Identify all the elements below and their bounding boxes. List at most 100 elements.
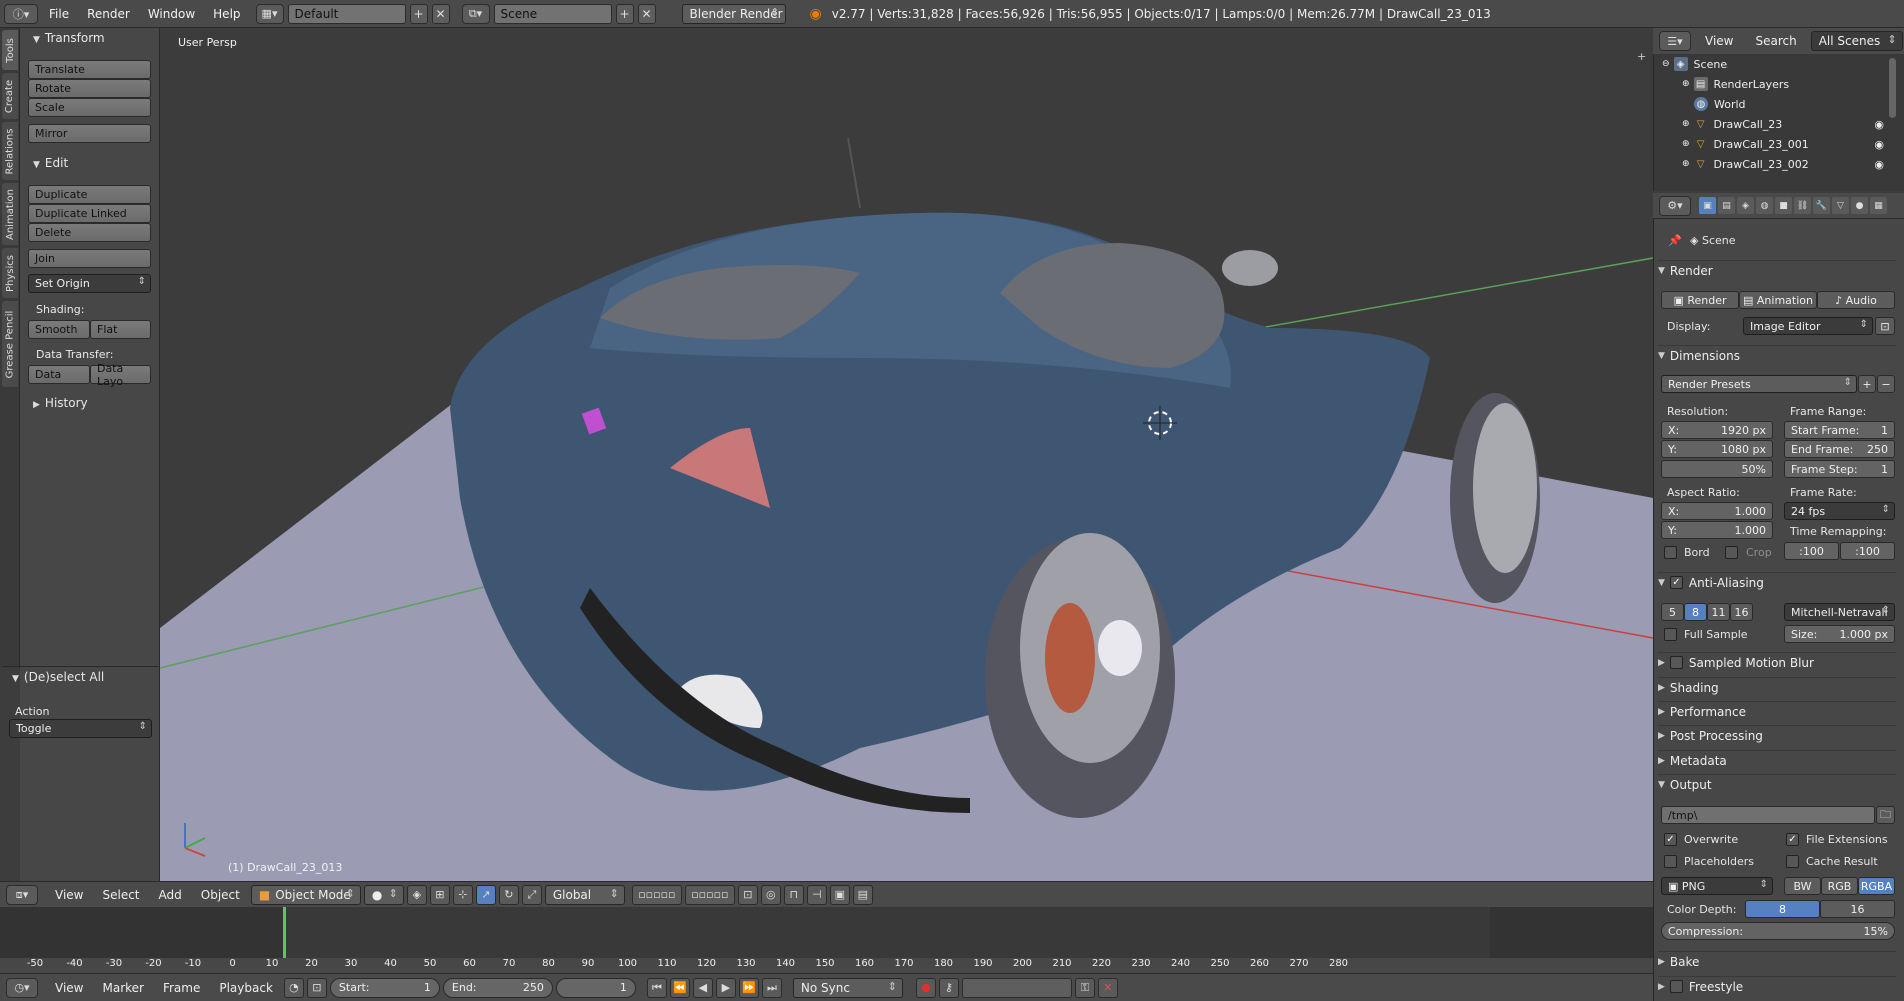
menu-select[interactable]: Select: [94, 888, 147, 902]
menu-view[interactable]: View: [47, 888, 91, 902]
tab-animation[interactable]: Animation: [2, 183, 18, 245]
edit-panel-header[interactable]: ▼ Edit: [33, 156, 68, 170]
start-frame-field[interactable]: Start: 1: [329, 977, 440, 998]
scene-name-field[interactable]: Scene: [493, 3, 612, 24]
layout-name-field[interactable]: Default: [287, 3, 406, 24]
lock-interface-button[interactable]: ⊡: [1875, 317, 1895, 335]
outliner-scrollbar[interactable]: [1889, 58, 1896, 118]
scene-layers-1[interactable]: ▫▫▫▫▫: [631, 884, 682, 905]
aspect-x-field[interactable]: X: 1.000: [1661, 502, 1773, 520]
screen-layout-selector[interactable]: ▦▾: [255, 3, 284, 24]
eye-icon[interactable]: ◉: [1874, 158, 1884, 171]
filter-size-field[interactable]: Size: 1.000 px: [1784, 625, 1895, 643]
placeholders-checkbox[interactable]: [1664, 855, 1677, 868]
render-engine-dropdown[interactable]: Blender Render: [681, 3, 786, 24]
translate-button[interactable]: Translate: [28, 60, 151, 79]
compression-slider[interactable]: Compression: 15%: [1661, 922, 1895, 940]
motion-blur-checkbox[interactable]: [1669, 656, 1683, 669]
start-frame-field[interactable]: Start Frame: 1: [1784, 421, 1895, 439]
end-frame-field[interactable]: End: 250: [442, 977, 553, 998]
tab-tools[interactable]: Tools: [2, 30, 18, 70]
color-depth-16-button[interactable]: 16: [1820, 900, 1895, 918]
opengl-render-button[interactable]: ▤: [852, 884, 873, 905]
menu-render[interactable]: Render: [80, 7, 137, 21]
data-layout-button[interactable]: Data Layo: [90, 362, 151, 388]
menu-object[interactable]: Object: [193, 888, 248, 902]
editor-type-button[interactable]: ⧈▾: [6, 884, 38, 905]
resolution-y-field[interactable]: Y: 1080 px: [1661, 440, 1773, 458]
insert-keyframe-button[interactable]: ⚿: [1074, 977, 1095, 998]
output-path-field[interactable]: /tmp\: [1661, 806, 1875, 824]
pivot-point-button[interactable]: ◈: [406, 884, 427, 905]
jump-keyframe-back-button[interactable]: ⏪: [669, 977, 690, 998]
motion-blur-panel-header[interactable]: ▶ Sampled Motion Blur: [1658, 652, 1896, 672]
duplicate-linked-button[interactable]: Duplicate Linked: [28, 204, 151, 223]
snap-button[interactable]: ⊓: [783, 884, 804, 905]
eye-icon[interactable]: ◉: [1874, 138, 1884, 151]
browse-folder-button[interactable]: 🗀: [1876, 806, 1895, 824]
menu-marker[interactable]: Marker: [94, 981, 151, 995]
preview-range-button[interactable]: ◔: [283, 977, 304, 998]
rotate-manipulator-button[interactable]: ↻: [498, 884, 519, 905]
tab-grease-pencil[interactable]: Grease Pencil: [2, 301, 18, 387]
add-layout-button[interactable]: +: [409, 3, 428, 24]
delete-keyframe-button[interactable]: ✕: [1097, 977, 1118, 998]
history-panel-header[interactable]: ▶ History: [33, 396, 88, 410]
menu-playback[interactable]: Playback: [211, 981, 281, 995]
outliner-item-drawcall-23[interactable]: ⊕ ▽ DrawCall_23 ◉: [1654, 114, 1884, 134]
jump-end-button[interactable]: ⏭: [761, 977, 782, 998]
data-transfer-button[interactable]: Data: [28, 365, 90, 384]
anti-aliasing-checkbox[interactable]: ✓: [1669, 576, 1683, 589]
jump-keyframe-forward-button[interactable]: ⏩: [738, 977, 759, 998]
outliner-item-drawcall-23-001[interactable]: ⊕ ▽ DrawCall_23_001 ◉: [1654, 134, 1884, 154]
info-editor-type-button[interactable]: ⓘ▾: [4, 3, 38, 24]
mixdown-audio-button[interactable]: ♪ Audio: [1817, 291, 1895, 309]
scene-layers-2[interactable]: ▫▫▫▫▫: [684, 884, 735, 905]
frame-rate-dropdown[interactable]: 24 fps: [1784, 502, 1895, 520]
snap-element-button[interactable]: ⊣: [806, 884, 827, 905]
render-preview-button[interactable]: ▣: [829, 884, 850, 905]
constraints-tab-icon[interactable]: ⛓: [1794, 197, 1811, 214]
action-dropdown[interactable]: Toggle: [9, 719, 152, 738]
operator-panel-header[interactable]: ▼ (De)select All: [12, 670, 104, 684]
aa-samples-11[interactable]: 11: [1707, 603, 1730, 621]
render-image-button[interactable]: ▣ Render: [1661, 291, 1739, 309]
metadata-panel-header[interactable]: ▶ Metadata: [1658, 750, 1896, 770]
render-tab-icon[interactable]: ▣: [1699, 197, 1716, 214]
transform-panel-header[interactable]: ▼ Transform: [33, 31, 105, 45]
tab-physics[interactable]: Physics: [2, 248, 18, 298]
world-tab-icon[interactable]: ◍: [1756, 197, 1773, 214]
manipulator-toggle-button[interactable]: ⊹: [452, 884, 473, 905]
overwrite-checkbox[interactable]: ✓: [1664, 833, 1677, 846]
region-toggle-icon[interactable]: +: [1637, 50, 1646, 63]
tab-create[interactable]: Create: [2, 73, 18, 119]
texture-tab-icon[interactable]: ▦: [1870, 197, 1887, 214]
proportional-edit-button[interactable]: ◎: [760, 884, 781, 905]
color-depth-8-button[interactable]: 8: [1745, 900, 1820, 918]
auto-keying-button[interactable]: ●: [915, 977, 936, 998]
dimensions-panel-header[interactable]: ▼ Dimensions: [1658, 345, 1896, 365]
resolution-percentage-field[interactable]: 50%: [1661, 460, 1773, 478]
material-tab-icon[interactable]: ●: [1851, 197, 1868, 214]
aa-filter-dropdown[interactable]: Mitchell-Netravali: [1784, 603, 1895, 621]
add-preset-button[interactable]: +: [1858, 375, 1876, 393]
outliner-item-world[interactable]: ◍ World: [1654, 94, 1884, 114]
duplicate-button[interactable]: Duplicate: [28, 185, 151, 204]
remove-preset-button[interactable]: −: [1877, 375, 1895, 393]
pin-icon[interactable]: 📌: [1668, 234, 1682, 247]
eye-icon[interactable]: ◉: [1874, 118, 1884, 131]
lock-time-cursor-button[interactable]: ⊡: [306, 977, 327, 998]
aspect-y-field[interactable]: Y: 1.000: [1661, 521, 1773, 539]
end-frame-field[interactable]: End Frame: 250: [1784, 440, 1895, 458]
anti-aliasing-panel-header[interactable]: ▼ ✓ Anti-Aliasing: [1658, 572, 1896, 592]
remove-scene-button[interactable]: ✕: [637, 3, 656, 24]
lock-camera-button[interactable]: ⊡: [737, 884, 758, 905]
aa-samples-16[interactable]: 16: [1730, 603, 1753, 621]
resolution-x-field[interactable]: X: 1920 px: [1661, 421, 1773, 439]
scale-button[interactable]: Scale: [28, 98, 151, 117]
bake-panel-header[interactable]: ▶ Bake: [1658, 951, 1896, 971]
properties-editor-type-button[interactable]: ⚙▾: [1659, 195, 1691, 216]
cache-result-checkbox[interactable]: [1786, 855, 1799, 868]
flat-button[interactable]: Flat: [90, 320, 151, 339]
keying-set-button[interactable]: ⚷: [938, 977, 959, 998]
